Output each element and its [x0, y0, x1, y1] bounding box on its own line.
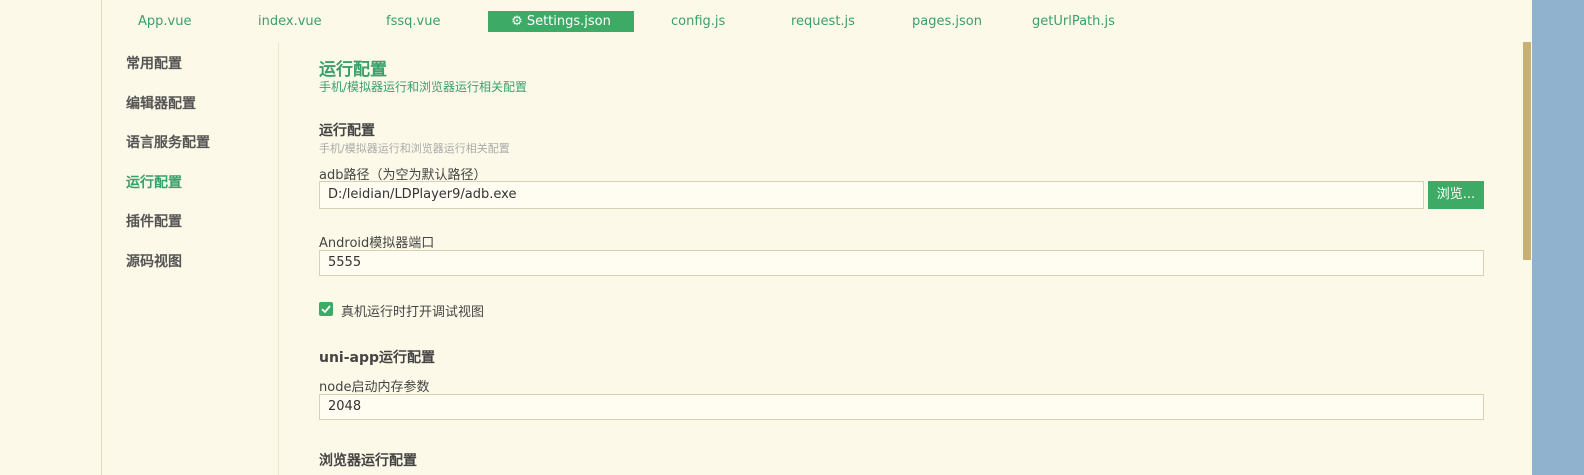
sidebar-item-language-service[interactable]: 语言服务配置 [126, 132, 210, 152]
tab-settings-json[interactable]: ⚙ Settings.json [488, 11, 634, 32]
sidebar-item-source-view[interactable]: 源码视图 [126, 251, 182, 271]
scrollbar-thumb[interactable] [1523, 42, 1531, 260]
tab-fssq-vue[interactable]: fssq.vue [386, 11, 440, 32]
page-title: 运行配置 [319, 60, 387, 80]
tab-bar: App.vue index.vue fssq.vue ⚙ Settings.jso… [102, 0, 1532, 42]
tab-pages-json[interactable]: pages.json [912, 11, 982, 32]
page-subtitle: 手机/模拟器运行和浏览器运行相关配置 [319, 80, 528, 94]
sidebar-item-plugins[interactable]: 插件配置 [126, 211, 182, 231]
tab-index-vue[interactable]: index.vue [258, 11, 322, 32]
tab-settings-label: Settings.json [526, 14, 611, 29]
sidebar-item-run[interactable]: 运行配置 [126, 172, 182, 192]
android-port-label: Android模拟器端口 [319, 236, 435, 251]
android-port-input[interactable]: 5555 [319, 250, 1484, 276]
check-icon [321, 305, 331, 314]
tab-app-vue[interactable]: App.vue [138, 11, 191, 32]
adb-path-input[interactable]: D:/leidian/LDPlayer9/adb.exe [319, 181, 1424, 209]
tab-config-js[interactable]: config.js [671, 11, 725, 32]
settings-sidebar: 常用配置 编辑器配置 语言服务配置 运行配置 插件配置 源码视图 [102, 42, 279, 475]
gear-icon: ⚙ [511, 14, 523, 29]
uniapp-section-title: uni-app运行配置 [319, 350, 436, 366]
run-section-title: 运行配置 [319, 123, 375, 139]
tab-request-js[interactable]: request.js [791, 11, 855, 32]
browser-section-title: 浏览器运行配置 [319, 453, 417, 469]
right-side-panel [1532, 0, 1584, 475]
sidebar-item-common[interactable]: 常用配置 [126, 53, 182, 73]
left-gutter [0, 0, 102, 475]
sidebar-item-editor[interactable]: 编辑器配置 [126, 93, 196, 113]
debug-view-label: 真机运行时打开调试视图 [341, 305, 485, 320]
node-memory-label: node启动内存参数 [319, 380, 430, 395]
browse-button[interactable]: 浏览... [1428, 181, 1484, 209]
run-section-subtitle: 手机/模拟器运行和浏览器运行相关配置 [319, 142, 510, 155]
settings-content: 运行配置 手机/模拟器运行和浏览器运行相关配置 运行配置 手机/模拟器运行和浏览… [319, 42, 1499, 475]
debug-view-checkbox[interactable] [319, 302, 333, 316]
settings-editor: App.vue index.vue fssq.vue ⚙ Settings.jso… [102, 0, 1532, 475]
node-memory-input[interactable]: 2048 [319, 394, 1484, 420]
tab-geturlpath-js[interactable]: getUrlPath.js [1032, 11, 1115, 32]
